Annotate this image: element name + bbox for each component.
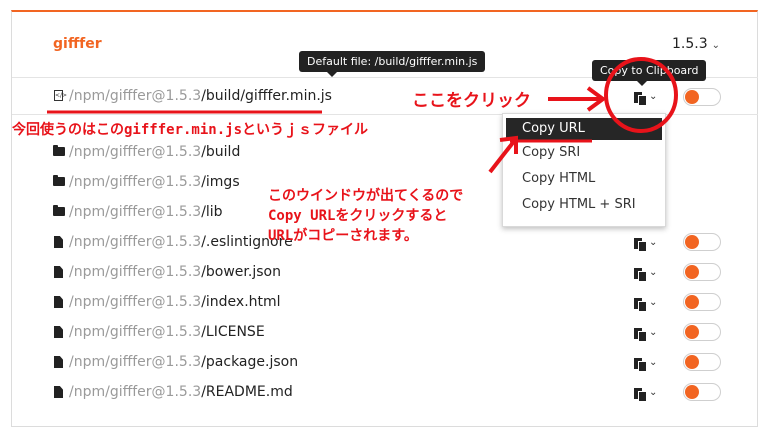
file-name: /package.json <box>201 354 299 370</box>
chevron-down-icon: ⌄ <box>649 267 658 278</box>
annotation-menu-note: このウインドウが出てくるので Copy URLをクリックすると URLがコピーさ… <box>268 186 463 246</box>
chevron-down-icon: ⌄ <box>649 387 658 398</box>
chevron-down-icon: ⌄ <box>711 40 721 51</box>
copy-button[interactable]: ⌄ <box>634 90 657 106</box>
folder-icon <box>53 205 65 218</box>
file-row[interactable]: /npm/gifffer@1.5.3/bower.json <box>53 261 281 283</box>
file-row[interactable]: /npm/gifffer@1.5.3/index.html <box>53 291 281 313</box>
path-prefix: /npm/gifffer@1.5.3 <box>69 324 202 340</box>
select-toggle[interactable] <box>683 263 721 281</box>
file-row[interactable]: /npm/gifffer@1.5.3/.eslintignore <box>53 231 293 253</box>
chevron-down-icon: ⌄ <box>649 91 658 102</box>
copy-html-sri-item[interactable]: Copy HTML + SRI <box>503 192 665 218</box>
copy-button[interactable]: ⌄ <box>634 386 657 402</box>
path-prefix: /npm/gifffer@1.5.3 <box>69 234 202 250</box>
file-row-main[interactable]: </> /npm/gifffer@1.5.3/build/gifffer.min… <box>53 85 332 107</box>
file-name: /imgs <box>201 174 240 190</box>
file-row[interactable]: /npm/gifffer@1.5.3/lib <box>53 201 223 223</box>
folder-icon <box>53 145 65 158</box>
file-row[interactable]: /npm/gifffer@1.5.3/build <box>53 141 240 163</box>
copy-to-clipboard-tooltip: Copy to Clipboard <box>592 60 707 86</box>
file-name: /build <box>201 144 241 160</box>
copy-button[interactable]: ⌄ <box>634 236 657 252</box>
file-row[interactable]: /npm/gifffer@1.5.3/README.md <box>53 381 293 403</box>
annotation-line: このウインドウが出てくるので <box>268 188 464 204</box>
default-file-tooltip: Default file: /build/gifffer.min.js <box>299 51 486 77</box>
file-name: /bower.json <box>201 264 281 280</box>
file-name: /LICENSE <box>201 324 265 340</box>
file-name: /index.html <box>201 294 281 310</box>
annotation-click-here: ここをクリック <box>412 91 531 111</box>
path-prefix: /npm/gifffer@1.5.3 <box>69 264 202 280</box>
file-row[interactable]: /npm/gifffer@1.5.3/imgs <box>53 171 240 193</box>
file-icon <box>53 296 65 308</box>
annotation-file-note: 今回使うのはこのgifffer.min.jsというｊｓファイル <box>12 122 369 138</box>
annotation-line: Copy URLをクリックすると <box>268 208 448 224</box>
select-toggle[interactable] <box>683 383 721 401</box>
select-toggle[interactable] <box>683 323 721 341</box>
path-prefix: /npm/gifffer@1.5.3 <box>69 88 202 104</box>
file-icon <box>53 326 65 338</box>
file-icon <box>53 356 65 368</box>
package-name[interactable]: gifffer <box>53 36 102 52</box>
select-toggle[interactable] <box>683 293 721 311</box>
path-prefix: /npm/gifffer@1.5.3 <box>69 294 202 310</box>
path-prefix: /npm/gifffer@1.5.3 <box>69 384 202 400</box>
file-name: /build/gifffer.min.js <box>201 88 332 104</box>
file-icon <box>53 266 65 278</box>
copy-menu: Copy URL Copy SRI Copy HTML Copy HTML + … <box>502 113 666 227</box>
select-toggle[interactable] <box>683 233 721 251</box>
copy-sri-item[interactable]: Copy SRI <box>503 140 665 166</box>
folder-icon <box>53 175 65 188</box>
path-prefix: /npm/gifffer@1.5.3 <box>69 204 202 220</box>
file-icon <box>53 386 65 398</box>
chevron-down-icon: ⌄ <box>649 327 658 338</box>
file-icon <box>53 236 65 248</box>
copy-button[interactable]: ⌄ <box>634 296 657 312</box>
file-row[interactable]: /npm/gifffer@1.5.3/package.json <box>53 351 298 373</box>
path-prefix: /npm/gifffer@1.5.3 <box>69 144 202 160</box>
copy-html-item[interactable]: Copy HTML <box>503 166 665 192</box>
chevron-down-icon: ⌄ <box>649 357 658 368</box>
chevron-down-icon: ⌄ <box>649 297 658 308</box>
chevron-down-icon: ⌄ <box>649 237 658 248</box>
copy-button[interactable]: ⌄ <box>634 356 657 372</box>
file-code-icon: </> <box>54 90 68 101</box>
annotation-line: URLがコピーされます。 <box>268 228 418 244</box>
version-label: 1.5.3 <box>672 36 708 52</box>
copy-button[interactable]: ⌄ <box>634 326 657 342</box>
file-name: /lib <box>201 204 223 220</box>
path-prefix: /npm/gifffer@1.5.3 <box>69 354 202 370</box>
file-name: /README.md <box>201 384 293 400</box>
copy-button[interactable]: ⌄ <box>634 266 657 282</box>
path-prefix: /npm/gifffer@1.5.3 <box>69 174 202 190</box>
copy-url-item[interactable]: Copy URL <box>506 118 662 140</box>
select-toggle[interactable] <box>683 353 721 371</box>
select-toggle[interactable] <box>683 88 721 106</box>
file-row[interactable]: /npm/gifffer@1.5.3/LICENSE <box>53 321 265 343</box>
version-select[interactable]: 1.5.3 ⌄ <box>672 36 720 52</box>
